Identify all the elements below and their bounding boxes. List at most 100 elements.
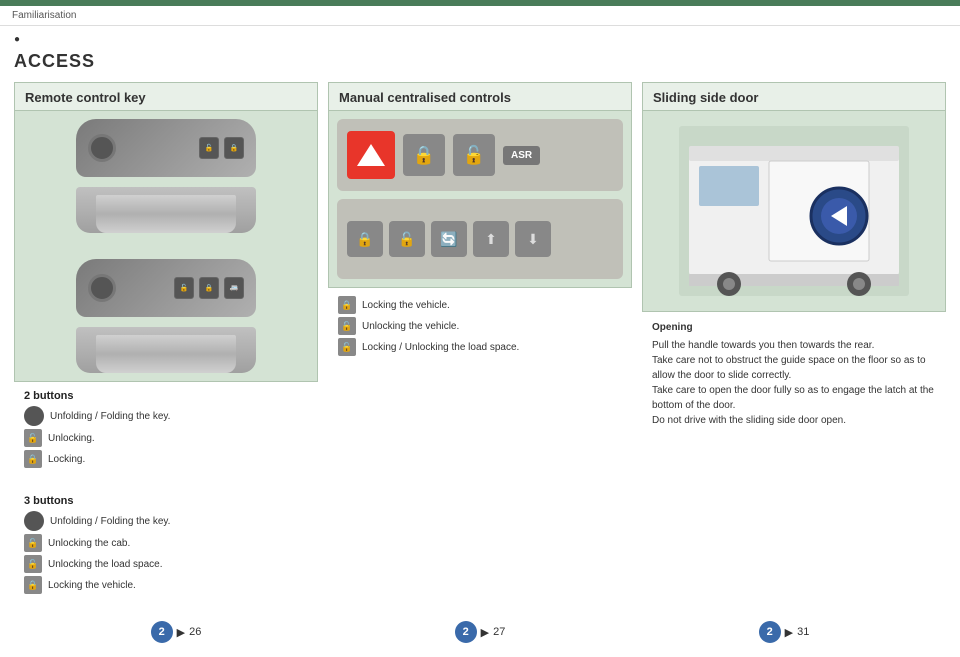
sliding-desc-line-3: Do not drive with the sliding side door … xyxy=(652,413,936,428)
manual-desc-text-1: Unlocking the vehicle. xyxy=(362,321,459,332)
icon-lock-vehicle-m: 🔒 xyxy=(338,296,356,314)
desc-text-3btn-0: Unfolding / Folding the key. xyxy=(50,516,170,527)
desc-text-3btn-3: Locking the vehicle. xyxy=(48,580,136,591)
panel-manual-title: Manual centralised controls xyxy=(329,83,631,111)
fob-btn-1-icon: 🔓 xyxy=(205,144,214,152)
key-blade-inner-top xyxy=(96,195,236,233)
icon-lock-vehicle: 🔒 xyxy=(24,576,42,594)
desc-item-2btn-1: 🔓 Unlocking. xyxy=(24,429,308,447)
desc-text-2btn-2: Locking. xyxy=(48,454,85,465)
sliding-door-image-area xyxy=(643,111,945,311)
fob-btn-b2: 🔒 xyxy=(199,277,219,299)
ref-num-2: 27 xyxy=(493,626,505,638)
asr-btn: ASR xyxy=(503,146,540,165)
sliding-desc-line-1: Take care not to obstruct the guide spac… xyxy=(652,353,936,383)
desc-heading-2btn: 2 buttons xyxy=(24,390,308,402)
key-fob-bottom: 🔓 🔒 🚐 xyxy=(76,259,256,317)
icon-unlock-2btn: 🔓 xyxy=(24,429,42,447)
sliding-door-panel: Sliding side door xyxy=(642,82,946,436)
mc-btn-1: 🔒 xyxy=(347,221,383,257)
manual-desc-2: 🔓 Locking / Unlocking the load space. xyxy=(338,338,622,356)
panel-sliding-title: Sliding side door xyxy=(643,83,945,111)
sliding-desc-line-2: Take care to open the door fully so as t… xyxy=(652,383,936,413)
desc-text-3btn-2: Unlocking the load space. xyxy=(48,559,163,570)
desc-text-2btn-0: Unfolding / Folding the key. xyxy=(50,411,170,422)
fob-btn-2: 🔒 xyxy=(224,137,244,159)
mc-icon-5: ⬇ xyxy=(527,231,539,248)
key-images: 🔓 🔒 xyxy=(23,119,309,373)
unlock-icon: 🔓 xyxy=(463,145,485,166)
lock-btn-open: 🔓 xyxy=(453,134,495,176)
fob-btn-1: 🔓 xyxy=(199,137,219,159)
asr-label: ASR xyxy=(511,150,532,161)
panel-remote-key-title: Remote control key xyxy=(15,83,317,111)
mc-btn-2: 🔓 xyxy=(389,221,425,257)
fob-btn-b3-icon: 🚐 xyxy=(230,284,239,292)
mc-icon-3: 🔄 xyxy=(440,231,457,248)
desc-item-3btn-0: Unfolding / Folding the key. xyxy=(24,511,308,531)
remote-control-key-panel: Remote control key 🔓 🔒 xyxy=(14,82,318,605)
ref-num-3: 31 xyxy=(797,626,809,638)
manual-panel-inner: 🔒 🔓 ASR 🔒 🔓 🔄 ⬆ xyxy=(329,111,631,287)
key-fob-top: 🔓 🔒 xyxy=(76,119,256,177)
fob-circle xyxy=(88,134,116,162)
ref-arrow-1: ▶ xyxy=(177,626,185,639)
mc-icon-4: ⬆ xyxy=(485,231,497,248)
panel-remote-key: Remote control key 🔓 🔒 xyxy=(14,82,318,382)
hazard-btn xyxy=(347,131,395,179)
desc-item-3btn-2: 🔓 Unlocking the load space. xyxy=(24,555,308,573)
lock-btn-closed: 🔒 xyxy=(403,134,445,176)
fob-btn-2-icon: 🔒 xyxy=(230,144,239,152)
desc-text-3btn-1: Unlocking the cab. xyxy=(48,538,130,549)
key-blade-top xyxy=(76,187,256,233)
manual-desc-text-0: Locking the vehicle. xyxy=(362,300,450,311)
fob-btn-b1-icon: 🔓 xyxy=(180,284,189,292)
desc-item-2btn-0: Unfolding / Folding the key. xyxy=(24,406,308,426)
panel-manual: Manual centralised controls 🔒 🔓 xyxy=(328,82,632,288)
icon-unlock-load: 🔓 xyxy=(24,555,42,573)
control-box-upper: 🔒 🔓 ASR xyxy=(337,119,623,191)
section-title: ACCESS xyxy=(14,51,946,72)
manual-desc-area: 🔒 Locking the vehicle. 🔓 Unlocking the v… xyxy=(328,288,632,367)
desc-area-3btn: 3 buttons Unfolding / Folding the key. 🔓… xyxy=(14,487,318,605)
fob-btn-b1: 🔓 xyxy=(174,277,194,299)
sliding-desc-area: Opening Pull the handle towards you then… xyxy=(642,312,946,436)
desc-item-2btn-2: 🔒 Locking. xyxy=(24,450,308,468)
manual-controls-panel: Manual centralised controls 🔒 🔓 xyxy=(328,82,632,367)
manual-desc-0: 🔒 Locking the vehicle. xyxy=(338,296,622,314)
key-blade-bottom xyxy=(76,327,256,373)
page-marker: ● xyxy=(14,34,20,45)
icon-lock-2btn: 🔒 xyxy=(24,450,42,468)
sliding-desc-line-0: Pull the handle towards you then towards… xyxy=(652,338,936,353)
mc-icon-2: 🔓 xyxy=(398,231,415,248)
key-blade-inner-bottom xyxy=(96,335,236,373)
icon-lock-load-m: 🔓 xyxy=(338,338,356,356)
icon-unlock-vehicle-m: 🔓 xyxy=(338,317,356,335)
triangle-icon xyxy=(357,144,385,166)
lock-icon: 🔒 xyxy=(413,145,435,166)
ref-arrow-3: ▶ xyxy=(785,626,793,639)
panel-sliding: Sliding side door xyxy=(642,82,946,312)
mc-btn-5: ⬇ xyxy=(515,221,551,257)
sliding-desc-title: Opening xyxy=(652,320,936,335)
fob-btn-b2-icon: 🔒 xyxy=(205,284,214,292)
icon-fold-3btn xyxy=(24,511,44,531)
multi-control-box: 🔒 🔓 🔄 ⬆ ⬇ xyxy=(337,199,623,279)
van-svg xyxy=(679,126,909,296)
mc-btn-4: ⬆ xyxy=(473,221,509,257)
bottom-refs: 2 ▶ 26 2 ▶ 27 2 ▶ 31 xyxy=(14,605,946,647)
breadcrumb: Familiarisation xyxy=(12,10,76,21)
fob-btn-b3: 🚐 xyxy=(224,277,244,299)
breadcrumb-bar: Familiarisation xyxy=(0,6,960,26)
ref-arrow-2: ▶ xyxy=(481,626,489,639)
icon-fold xyxy=(24,406,44,426)
desc-heading-3btn: 3 buttons xyxy=(24,495,308,507)
fob-circle-bottom xyxy=(88,274,116,302)
desc-area-2btn: 2 buttons Unfolding / Folding the key. 🔓… xyxy=(14,382,318,479)
manual-desc-text-2: Locking / Unlocking the load space. xyxy=(362,342,519,353)
icon-unlock-cab: 🔓 xyxy=(24,534,42,552)
mc-icon-1: 🔒 xyxy=(356,231,373,248)
remote-key-image-area: 🔓 🔒 xyxy=(15,111,317,381)
manual-desc-1: 🔓 Unlocking the vehicle. xyxy=(338,317,622,335)
desc-item-3btn-3: 🔒 Locking the vehicle. xyxy=(24,576,308,594)
